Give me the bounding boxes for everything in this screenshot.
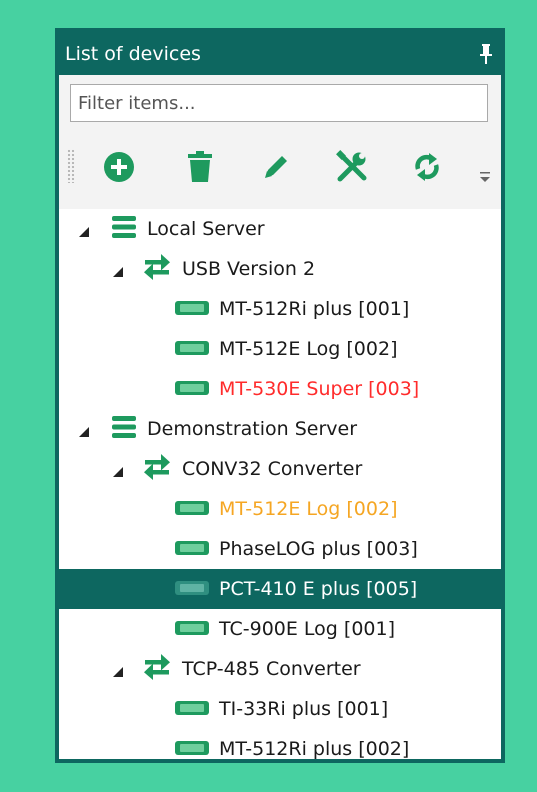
plus-circle-icon <box>104 152 134 182</box>
converter-arrows-icon <box>143 453 171 485</box>
tree-node-device[interactable]: MT-530E Super [003] <box>59 369 501 409</box>
device-label: MT-512Ri plus [001] <box>219 298 410 320</box>
pin-icon[interactable] <box>477 41 495 67</box>
device-list-panel: List of devices Filter items... Local Se… <box>55 28 505 763</box>
device-label: PCT-410 E plus [005] <box>219 578 418 600</box>
converter-arrows-icon <box>143 653 171 685</box>
tree-node-device[interactable]: MT-512E Log [002] <box>59 329 501 369</box>
collapse-triangle-icon[interactable] <box>77 422 91 437</box>
toolbar-grip[interactable] <box>67 149 75 183</box>
device-icon <box>175 618 209 640</box>
tree-node-device[interactable]: TC-900E Log [001] <box>59 609 501 649</box>
panel-title: List of devices <box>65 42 201 65</box>
device-icon <box>175 378 209 400</box>
tree-node-converter[interactable]: USB Version 2 <box>59 249 501 289</box>
filter-bar <box>59 75 501 127</box>
trash-icon <box>188 151 212 182</box>
converter-label: TCP-485 Converter <box>182 658 361 680</box>
edit-button[interactable] <box>256 147 296 187</box>
converter-label: USB Version 2 <box>182 258 316 280</box>
collapse-triangle-icon[interactable] <box>111 662 125 677</box>
device-icon <box>175 578 209 600</box>
settings-button[interactable] <box>332 147 372 187</box>
tree-node-converter[interactable]: CONV32 Converter <box>59 449 501 489</box>
panel-titlebar: List of devices <box>59 32 501 75</box>
toolbar-overflow-button[interactable] <box>478 169 492 187</box>
tree-node-server[interactable]: Demonstration Server <box>59 409 501 449</box>
device-icon <box>175 738 209 759</box>
device-label: MT-530E Super [003] <box>219 378 420 400</box>
device-icon <box>175 498 209 520</box>
tree-node-device[interactable]: MT-512Ri plus [001] <box>59 289 501 329</box>
wrench-screwdriver-icon <box>336 150 367 182</box>
device-label: TI-33Ri plus [001] <box>219 698 389 720</box>
tree-node-device-selected[interactable]: PCT-410 E plus [005] <box>59 569 501 609</box>
server-label: Local Server <box>147 218 265 240</box>
server-label: Demonstration Server <box>147 418 358 440</box>
delete-button[interactable] <box>180 147 220 187</box>
device-label: PhaseLOG plus [003] <box>219 538 418 560</box>
device-icon <box>175 298 209 320</box>
converter-label: CONV32 Converter <box>182 458 363 480</box>
tree-node-server[interactable]: Local Server <box>59 209 501 249</box>
device-icon <box>175 338 209 360</box>
device-icon <box>175 538 209 560</box>
tree-node-device[interactable]: TI-33Ri plus [001] <box>59 689 501 729</box>
device-label: MT-512Ri plus [002] <box>219 738 410 760</box>
server-icon <box>112 215 136 243</box>
device-tree: Local Server USB Version 2 MT-512Ri plus… <box>59 209 501 760</box>
toolbar <box>59 127 501 209</box>
device-label: MT-512E Log [002] <box>219 498 398 520</box>
tree-node-device[interactable]: MT-512Ri plus [002] <box>59 729 501 760</box>
collapse-triangle-icon[interactable] <box>111 462 125 477</box>
converter-arrows-icon <box>143 253 171 285</box>
add-button[interactable] <box>99 147 139 187</box>
refresh-icon <box>415 153 439 181</box>
device-icon <box>175 698 209 720</box>
collapse-triangle-icon[interactable] <box>111 262 125 277</box>
server-icon <box>112 415 136 443</box>
pencil-icon <box>265 156 287 178</box>
tree-node-device[interactable]: MT-512E Log [002] <box>59 489 501 529</box>
tree-node-device[interactable]: PhaseLOG plus [003] <box>59 529 501 569</box>
chevron-down-icon <box>480 172 490 182</box>
collapse-triangle-icon[interactable] <box>77 222 91 237</box>
refresh-button[interactable] <box>407 147 447 187</box>
device-label: TC-900E Log [001] <box>219 618 395 640</box>
device-label: MT-512E Log [002] <box>219 338 398 360</box>
tree-node-converter[interactable]: TCP-485 Converter <box>59 649 501 689</box>
filter-input[interactable] <box>70 84 488 122</box>
